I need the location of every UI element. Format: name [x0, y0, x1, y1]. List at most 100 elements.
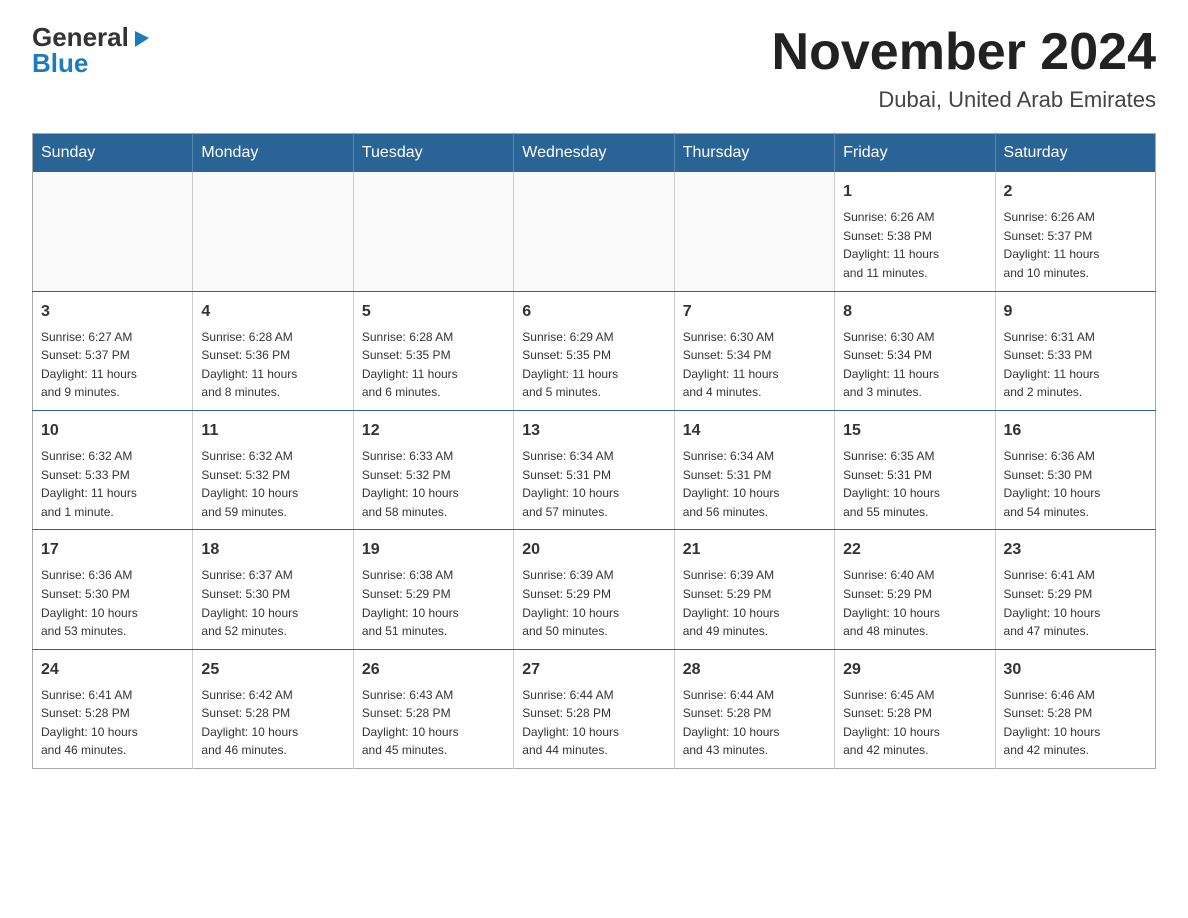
- calendar-cell: 23 Sunrise: 6:41 AM Sunset: 5:29 PM Dayli…: [995, 530, 1155, 649]
- calendar-cell: 27Sunrise: 6:44 AM Sunset: 5:28 PM Dayli…: [514, 649, 674, 768]
- day-number: 9: [1004, 300, 1147, 324]
- calendar-cell: 5Sunrise: 6:28 AM Sunset: 5:35 PM Daylig…: [353, 291, 513, 410]
- day-number: 12: [362, 419, 505, 443]
- day-info: Sunrise: 6:34 AM Sunset: 5:31 PM Dayligh…: [522, 447, 665, 521]
- day-info: Sunrise: 6:40 AM Sunset: 5:29 PM Dayligh…: [843, 566, 986, 640]
- day-info: Sunrise: 6:46 AM Sunset: 5:28 PM Dayligh…: [1004, 686, 1147, 760]
- location-title: Dubai, United Arab Emirates: [772, 87, 1156, 113]
- day-number: 5: [362, 300, 505, 324]
- weekday-header-thursday: Thursday: [674, 134, 834, 173]
- calendar-cell: 7 Sunrise: 6:30 AM Sunset: 5:34 PM Daylig…: [674, 291, 834, 410]
- calendar-cell: 24 Sunrise: 6:41 AM Sunset: 5:28 PM Dayli…: [33, 649, 193, 768]
- weekday-header-monday: Monday: [193, 134, 353, 173]
- day-number: 22: [843, 538, 986, 562]
- day-number: 28: [683, 658, 826, 682]
- day-number: 8: [843, 300, 986, 324]
- day-number: 3: [41, 300, 184, 324]
- day-info: Sunrise: 6:37 AM Sunset: 5:30 PM Dayligh…: [201, 566, 344, 640]
- calendar-week-4: 17 Sunrise: 6:36 AM Sunset: 5:30 PM Dayli…: [33, 530, 1156, 649]
- day-number: 15: [843, 419, 986, 443]
- day-number: 10: [41, 419, 184, 443]
- day-number: 4: [201, 300, 344, 324]
- calendar-cell: 8 Sunrise: 6:30 AM Sunset: 5:34 PM Daylig…: [835, 291, 995, 410]
- day-info: Sunrise: 6:45 AM Sunset: 5:28 PM Dayligh…: [843, 686, 986, 760]
- day-number: 19: [362, 538, 505, 562]
- day-info: Sunrise: 6:30 AM Sunset: 5:34 PM Dayligh…: [683, 328, 826, 402]
- day-number: 27: [522, 658, 665, 682]
- day-info: Sunrise: 6:30 AM Sunset: 5:34 PM Dayligh…: [843, 328, 986, 402]
- day-info: Sunrise: 6:32 AM Sunset: 5:32 PM Dayligh…: [201, 447, 344, 521]
- day-number: 6: [522, 300, 665, 324]
- weekday-header-saturday: Saturday: [995, 134, 1155, 173]
- calendar-cell: 2Sunrise: 6:26 AM Sunset: 5:37 PM Daylig…: [995, 172, 1155, 291]
- day-number: 29: [843, 658, 986, 682]
- day-info: Sunrise: 6:31 AM Sunset: 5:33 PM Dayligh…: [1004, 328, 1147, 402]
- day-number: 20: [522, 538, 665, 562]
- day-number: 16: [1004, 419, 1147, 443]
- calendar-cell: 15 Sunrise: 6:35 AM Sunset: 5:31 PM Dayli…: [835, 410, 995, 529]
- calendar-week-3: 10Sunrise: 6:32 AM Sunset: 5:33 PM Dayli…: [33, 410, 1156, 529]
- day-info: Sunrise: 6:43 AM Sunset: 5:28 PM Dayligh…: [362, 686, 505, 760]
- calendar-cell: 12Sunrise: 6:33 AM Sunset: 5:32 PM Dayli…: [353, 410, 513, 529]
- calendar-cell: 25Sunrise: 6:42 AM Sunset: 5:28 PM Dayli…: [193, 649, 353, 768]
- day-info: Sunrise: 6:28 AM Sunset: 5:36 PM Dayligh…: [201, 328, 344, 402]
- day-info: Sunrise: 6:26 AM Sunset: 5:38 PM Dayligh…: [843, 208, 986, 282]
- calendar-cell: 9 Sunrise: 6:31 AM Sunset: 5:33 PM Daylig…: [995, 291, 1155, 410]
- day-number: 17: [41, 538, 184, 562]
- day-number: 30: [1004, 658, 1147, 682]
- logo-general-text: General: [32, 24, 129, 50]
- calendar-cell: [193, 172, 353, 291]
- logo: General Blue: [32, 24, 153, 76]
- calendar-week-5: 24 Sunrise: 6:41 AM Sunset: 5:28 PM Dayli…: [33, 649, 1156, 768]
- calendar-cell: 13Sunrise: 6:34 AM Sunset: 5:31 PM Dayli…: [514, 410, 674, 529]
- day-number: 24: [41, 658, 184, 682]
- calendar-cell: 28 Sunrise: 6:44 AM Sunset: 5:28 PM Dayli…: [674, 649, 834, 768]
- logo-blue-text: Blue: [32, 50, 88, 76]
- calendar-cell: 22 Sunrise: 6:40 AM Sunset: 5:29 PM Dayli…: [835, 530, 995, 649]
- day-info: Sunrise: 6:44 AM Sunset: 5:28 PM Dayligh…: [683, 686, 826, 760]
- calendar-cell: 30 Sunrise: 6:46 AM Sunset: 5:28 PM Dayli…: [995, 649, 1155, 768]
- calendar-cell: [514, 172, 674, 291]
- day-info: Sunrise: 6:38 AM Sunset: 5:29 PM Dayligh…: [362, 566, 505, 640]
- calendar-cell: 20 Sunrise: 6:39 AM Sunset: 5:29 PM Dayli…: [514, 530, 674, 649]
- month-title: November 2024: [772, 24, 1156, 81]
- calendar-cell: 14Sunrise: 6:34 AM Sunset: 5:31 PM Dayli…: [674, 410, 834, 529]
- calendar-cell: 18 Sunrise: 6:37 AM Sunset: 5:30 PM Dayli…: [193, 530, 353, 649]
- day-info: Sunrise: 6:36 AM Sunset: 5:30 PM Dayligh…: [1004, 447, 1147, 521]
- day-info: Sunrise: 6:27 AM Sunset: 5:37 PM Dayligh…: [41, 328, 184, 402]
- day-number: 1: [843, 180, 986, 204]
- calendar-cell: 4 Sunrise: 6:28 AM Sunset: 5:36 PM Daylig…: [193, 291, 353, 410]
- calendar-cell: 29 Sunrise: 6:45 AM Sunset: 5:28 PM Dayli…: [835, 649, 995, 768]
- weekday-header-friday: Friday: [835, 134, 995, 173]
- calendar-cell: [674, 172, 834, 291]
- day-info: Sunrise: 6:41 AM Sunset: 5:29 PM Dayligh…: [1004, 566, 1147, 640]
- day-info: Sunrise: 6:29 AM Sunset: 5:35 PM Dayligh…: [522, 328, 665, 402]
- day-number: 2: [1004, 180, 1147, 204]
- calendar-cell: 6 Sunrise: 6:29 AM Sunset: 5:35 PM Daylig…: [514, 291, 674, 410]
- calendar-cell: 3 Sunrise: 6:27 AM Sunset: 5:37 PM Daylig…: [33, 291, 193, 410]
- day-info: Sunrise: 6:35 AM Sunset: 5:31 PM Dayligh…: [843, 447, 986, 521]
- day-info: Sunrise: 6:36 AM Sunset: 5:30 PM Dayligh…: [41, 566, 184, 640]
- calendar-cell: 1 Sunrise: 6:26 AM Sunset: 5:38 PM Daylig…: [835, 172, 995, 291]
- day-info: Sunrise: 6:39 AM Sunset: 5:29 PM Dayligh…: [683, 566, 826, 640]
- calendar-cell: 21 Sunrise: 6:39 AM Sunset: 5:29 PM Dayli…: [674, 530, 834, 649]
- calendar-cell: [33, 172, 193, 291]
- day-info: Sunrise: 6:39 AM Sunset: 5:29 PM Dayligh…: [522, 566, 665, 640]
- logo-arrow-icon: [131, 27, 153, 49]
- day-number: 18: [201, 538, 344, 562]
- day-number: 23: [1004, 538, 1147, 562]
- day-number: 26: [362, 658, 505, 682]
- calendar-cell: [353, 172, 513, 291]
- weekday-header-row: SundayMondayTuesdayWednesdayThursdayFrid…: [33, 134, 1156, 173]
- calendar-week-2: 3 Sunrise: 6:27 AM Sunset: 5:37 PM Daylig…: [33, 291, 1156, 410]
- weekday-header-tuesday: Tuesday: [353, 134, 513, 173]
- day-number: 7: [683, 300, 826, 324]
- day-info: Sunrise: 6:34 AM Sunset: 5:31 PM Dayligh…: [683, 447, 826, 521]
- day-info: Sunrise: 6:42 AM Sunset: 5:28 PM Dayligh…: [201, 686, 344, 760]
- day-info: Sunrise: 6:41 AM Sunset: 5:28 PM Dayligh…: [41, 686, 184, 760]
- calendar-cell: 19 Sunrise: 6:38 AM Sunset: 5:29 PM Dayli…: [353, 530, 513, 649]
- day-number: 21: [683, 538, 826, 562]
- calendar-table: SundayMondayTuesdayWednesdayThursdayFrid…: [32, 133, 1156, 769]
- calendar-cell: 16 Sunrise: 6:36 AM Sunset: 5:30 PM Dayli…: [995, 410, 1155, 529]
- calendar-cell: 26 Sunrise: 6:43 AM Sunset: 5:28 PM Dayli…: [353, 649, 513, 768]
